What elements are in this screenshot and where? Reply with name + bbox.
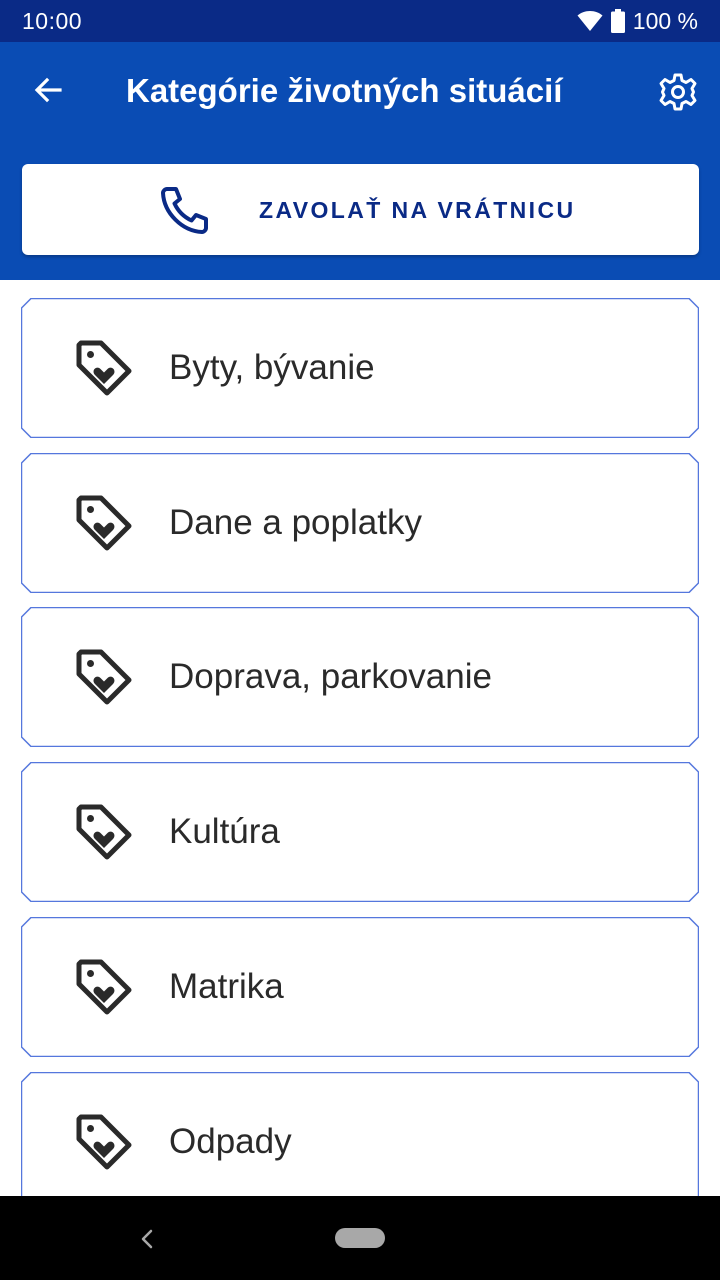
status-bar: 10:00 100 % [0, 0, 720, 42]
category-label: Odpady [169, 1122, 292, 1161]
gear-icon [659, 73, 697, 111]
call-gatehouse-label: ZAVOLAŤ NA VRÁTNICU [259, 197, 576, 223]
status-icons: 100 % [577, 8, 698, 35]
tag-heart-icon [76, 959, 132, 1015]
app-bar: Kategórie životných situácií ZAVOLAŤ NA … [0, 42, 720, 280]
nav-back-icon[interactable] [134, 1224, 160, 1254]
category-item[interactable]: Odpady [21, 1072, 699, 1196]
category-label: Byty, bývanie [169, 348, 375, 387]
category-label: Kultúra [169, 812, 280, 851]
category-item[interactable]: Matrika [21, 917, 699, 1057]
nav-home-pill[interactable] [335, 1228, 385, 1248]
phone-icon [161, 187, 208, 234]
battery-percent: 100 % [632, 7, 698, 34]
call-gatehouse-button[interactable]: ZAVOLAŤ NA VRÁTNICU [22, 164, 699, 255]
tag-heart-icon [76, 649, 132, 705]
category-label: Matrika [169, 967, 284, 1006]
system-nav-bar [0, 1196, 720, 1280]
tag-heart-icon [76, 340, 132, 396]
category-item[interactable]: Kultúra [21, 762, 699, 902]
category-label: Dane a poplatky [169, 503, 422, 542]
status-time: 10:00 [22, 7, 83, 34]
category-label: Doprava, parkovanie [169, 657, 492, 696]
back-button[interactable] [28, 70, 68, 110]
page-title: Kategórie životných situácií [126, 72, 563, 109]
wifi-icon [577, 10, 603, 32]
category-item[interactable]: Doprava, parkovanie [21, 607, 699, 747]
tag-heart-icon [76, 495, 132, 551]
tag-heart-icon [76, 1114, 132, 1170]
arrow-left-icon [34, 77, 62, 103]
category-list: Byty, bývanie Dane a poplatky Doprava, p… [0, 280, 720, 1196]
category-item[interactable]: Dane a poplatky [21, 453, 699, 593]
battery-icon [610, 9, 625, 33]
tag-heart-icon [76, 804, 132, 860]
category-item[interactable]: Byty, bývanie [21, 298, 699, 438]
settings-button[interactable] [656, 70, 700, 114]
